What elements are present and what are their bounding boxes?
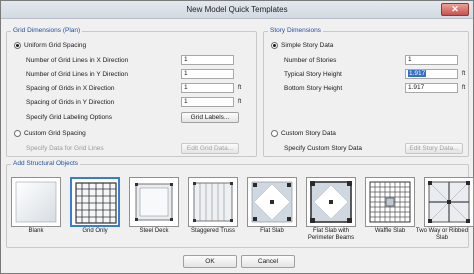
blank-tile[interactable] — [11, 177, 61, 227]
steel-deck-tile[interactable] — [129, 177, 179, 227]
spacing-y-unit: ft — [238, 99, 242, 105]
flat-slab-beams-label: Flat Slab with Perimeter Beams — [307, 228, 355, 241]
grid-dimensions-legend: Grid Dimensions (Plan) — [11, 27, 83, 34]
uniform-grid-label: Uniform Grid Spacing — [24, 42, 87, 49]
two-way-slab-label: Two Way or Ribbed Slab — [415, 228, 469, 241]
two-way-slab-tile[interactable] — [424, 177, 474, 227]
close-button[interactable]: ✕ — [441, 3, 469, 16]
waffle-slab-tile[interactable] — [365, 177, 415, 227]
bottom-story-height-label: Bottom Story Height — [284, 85, 343, 92]
number-of-stories-input[interactable]: 1 — [405, 55, 458, 65]
steel-deck-icon — [135, 183, 173, 221]
spacing-x-input[interactable]: 1 — [181, 83, 234, 93]
grid-dimensions-group: Grid Dimensions (Plan) Uniform Grid Spac… — [6, 27, 257, 157]
uniform-grid-radio[interactable] — [14, 42, 21, 49]
bottom-story-height-input[interactable]: 1.917 — [405, 83, 458, 93]
custom-grid-data-label: Specify Data for Grid Lines — [26, 145, 104, 152]
flat-slab-beams-tile[interactable] — [306, 177, 356, 227]
bottom-story-height-unit: ft — [462, 85, 466, 91]
two-way-slab-icon — [428, 181, 470, 223]
ok-button[interactable]: OK — [183, 255, 237, 268]
quick-templates-dialog: New Model Quick Templates ✕ Grid Dimensi… — [0, 0, 474, 274]
flat-slab-label: Flat Slab — [260, 228, 284, 234]
typical-story-height-value: 1.917 — [408, 70, 427, 77]
custom-story-data-label: Specify Custom Story Data — [284, 145, 363, 152]
structural-objects-legend: Add Structural Objects — [11, 160, 81, 167]
staggered-truss-icon — [193, 182, 233, 222]
simple-story-label: Simple Story Data — [281, 42, 334, 49]
grid-lines-x-label: Number of Grid Lines in X Direction — [26, 57, 129, 64]
window-title: New Model Quick Templates — [186, 5, 288, 14]
spacing-y-input[interactable]: 1 — [181, 97, 234, 107]
staggered-truss-tile[interactable] — [188, 177, 238, 227]
flat-slab-icon — [251, 181, 293, 223]
blank-label: Blank — [28, 228, 44, 234]
spacing-x-unit: ft — [238, 85, 242, 91]
cancel-button[interactable]: Cancel — [241, 255, 295, 268]
custom-grid-label: Custom Grid Spacing — [24, 130, 86, 137]
flat-slab-tile[interactable] — [247, 177, 297, 227]
grid-only-label: Grid Only — [82, 228, 108, 234]
typical-story-height-unit: ft — [462, 71, 466, 77]
story-dimensions-group: Story Dimensions Simple Story Data Numbe… — [263, 27, 469, 157]
typical-story-height-input[interactable]: 1.917 — [405, 69, 458, 79]
grid-labeling-options-label: Specify Grid Labeling Options — [26, 114, 112, 121]
grid-lines-y-label: Number of Grid Lines in Y Direction — [26, 71, 129, 78]
spacing-y-label: Spacing of Grids in Y Direction — [26, 99, 115, 106]
grid-lines-x-input[interactable]: 1 — [181, 55, 234, 65]
story-dimensions-legend: Story Dimensions — [268, 27, 323, 34]
spacing-x-label: Spacing of Grids in X Direction — [26, 85, 115, 92]
structural-objects-group: Add Structural Objects Blank Grid Only S… — [6, 160, 474, 248]
custom-grid-radio[interactable] — [14, 130, 21, 137]
custom-story-label: Custom Story Data — [281, 130, 336, 137]
edit-grid-data-button[interactable]: Edit Grid Data... — [181, 143, 239, 154]
steel-deck-label: Steel Deck — [139, 228, 169, 234]
edit-story-data-button[interactable]: Edit Story Data... — [405, 143, 463, 154]
simple-story-radio[interactable] — [271, 42, 278, 49]
number-of-stories-label: Number of Stories — [284, 57, 337, 64]
staggered-truss-label: Staggered Truss — [190, 228, 236, 234]
title-bar: New Model Quick Templates ✕ — [1, 1, 473, 19]
custom-story-radio[interactable] — [271, 130, 278, 137]
typical-story-height-label: Typical Story Height — [284, 71, 342, 78]
grid-only-tile[interactable] — [70, 177, 120, 227]
flat-slab-beams-icon — [310, 181, 352, 223]
grid-lines-y-input[interactable]: 1 — [181, 69, 234, 79]
waffle-slab-label: Waffle Slab — [374, 228, 406, 234]
waffle-slab-icon — [369, 181, 411, 223]
grid-only-icon — [75, 182, 117, 224]
blank-icon — [15, 181, 57, 223]
grid-labels-button[interactable]: Grid Labels... — [181, 112, 239, 123]
